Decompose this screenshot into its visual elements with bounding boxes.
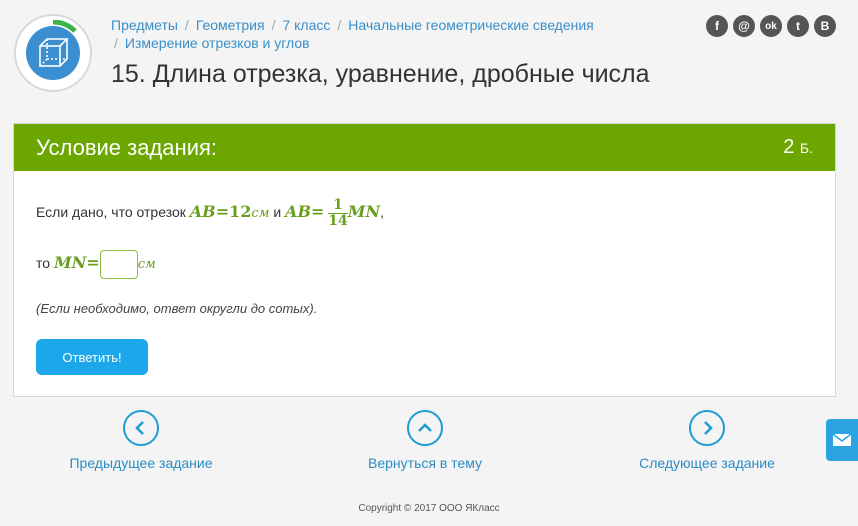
equals-sign: = <box>215 202 230 222</box>
copyright: Copyright © 2017 ООО ЯКласс <box>358 503 500 514</box>
envelope-icon <box>832 433 852 446</box>
chevron-up-icon <box>407 410 443 446</box>
social-share-bar: f @ ok t B <box>706 15 836 37</box>
twitter-icon[interactable]: t <box>787 15 809 37</box>
submit-answer-button[interactable]: Ответить! <box>36 339 148 375</box>
unit-cm: см <box>251 206 270 222</box>
previous-task-link[interactable]: Предыдущее задание <box>62 410 220 471</box>
conjunction-text: и <box>269 204 286 221</box>
segment-mn: MN <box>53 253 87 273</box>
vkontakte-icon[interactable]: B <box>814 15 836 37</box>
equals-sign: = <box>86 253 100 273</box>
breadcrumb-separator: / <box>184 17 189 33</box>
chevron-left-icon <box>123 410 159 446</box>
breadcrumb: Предметы / Геометрия / 7 класс / Начальные гео… <box>111 16 691 52</box>
email-icon[interactable]: @ <box>733 15 755 37</box>
answer-input[interactable] <box>99 250 138 279</box>
segment-ab-length: 12 <box>229 202 252 222</box>
back-to-topic-label: Вернуться в тему <box>368 455 482 471</box>
points-value: 2 <box>783 136 795 158</box>
task-condition-line-1: Если дано, что отрезок AB=12см и AB= 1 14… <box>36 198 384 229</box>
facebook-icon[interactable]: f <box>706 15 728 37</box>
unit-cm: см <box>137 257 156 273</box>
task-condition-line-2: то MN= см <box>36 250 156 279</box>
rounding-hint: (Если необходимо, ответ округли до сотых… <box>36 301 318 316</box>
breadcrumb-subjects[interactable]: Предметы <box>111 17 178 33</box>
page-header: Предметы / Геометрия / 7 класс / Начальные гео… <box>0 0 858 108</box>
segment-mn: MN <box>347 202 381 222</box>
back-to-topic-link[interactable]: Вернуться в тему <box>352 410 498 471</box>
segment-ab: AB <box>285 202 311 222</box>
odnoklassniki-icon[interactable]: ok <box>760 15 782 37</box>
breadcrumb-separator: / <box>114 35 118 51</box>
cube-icon <box>39 38 69 67</box>
fraction-denominator: 14 <box>328 213 348 229</box>
breadcrumb-grade[interactable]: 7 класс <box>282 17 330 33</box>
breadcrumb-separator: / <box>271 17 276 33</box>
task-header-title: Условие задания: <box>36 135 218 160</box>
task-card: Условие задания: 2 Б. Если дано, что отр… <box>13 123 836 397</box>
next-task-label: Следующее задание <box>639 455 775 471</box>
next-task-link[interactable]: Следующее задание <box>632 410 782 471</box>
comma: , <box>380 204 384 221</box>
task-navigation: Предыдущее задание Вернуться в тему След… <box>0 405 858 485</box>
equals-sign: = <box>310 202 325 222</box>
breadcrumb-chapter[interactable]: Начальные геометрические сведения <box>348 17 594 33</box>
previous-task-label: Предыдущее задание <box>69 455 213 471</box>
task-points: 2 Б. <box>783 136 813 159</box>
condition-text: то <box>36 255 54 272</box>
condition-text: Если дано, что отрезок <box>36 204 190 221</box>
fraction: 1 14 <box>328 198 348 229</box>
feedback-button[interactable] <box>826 419 858 461</box>
task-header: Условие задания: 2 Б. <box>14 124 835 171</box>
breadcrumb-geometry[interactable]: Геометрия <box>196 17 265 33</box>
breadcrumb-separator: / <box>337 17 342 33</box>
fraction-numerator: 1 <box>328 198 348 214</box>
topic-icon <box>14 14 92 92</box>
segment-ab: AB <box>189 202 216 222</box>
points-unit: Б. <box>799 140 813 156</box>
chevron-right-icon <box>689 410 725 446</box>
breadcrumb-topic[interactable]: Измерение отрезков и углов <box>125 35 310 51</box>
page-title: 15. Длина отрезка, уравнение, дробные чи… <box>111 60 650 88</box>
